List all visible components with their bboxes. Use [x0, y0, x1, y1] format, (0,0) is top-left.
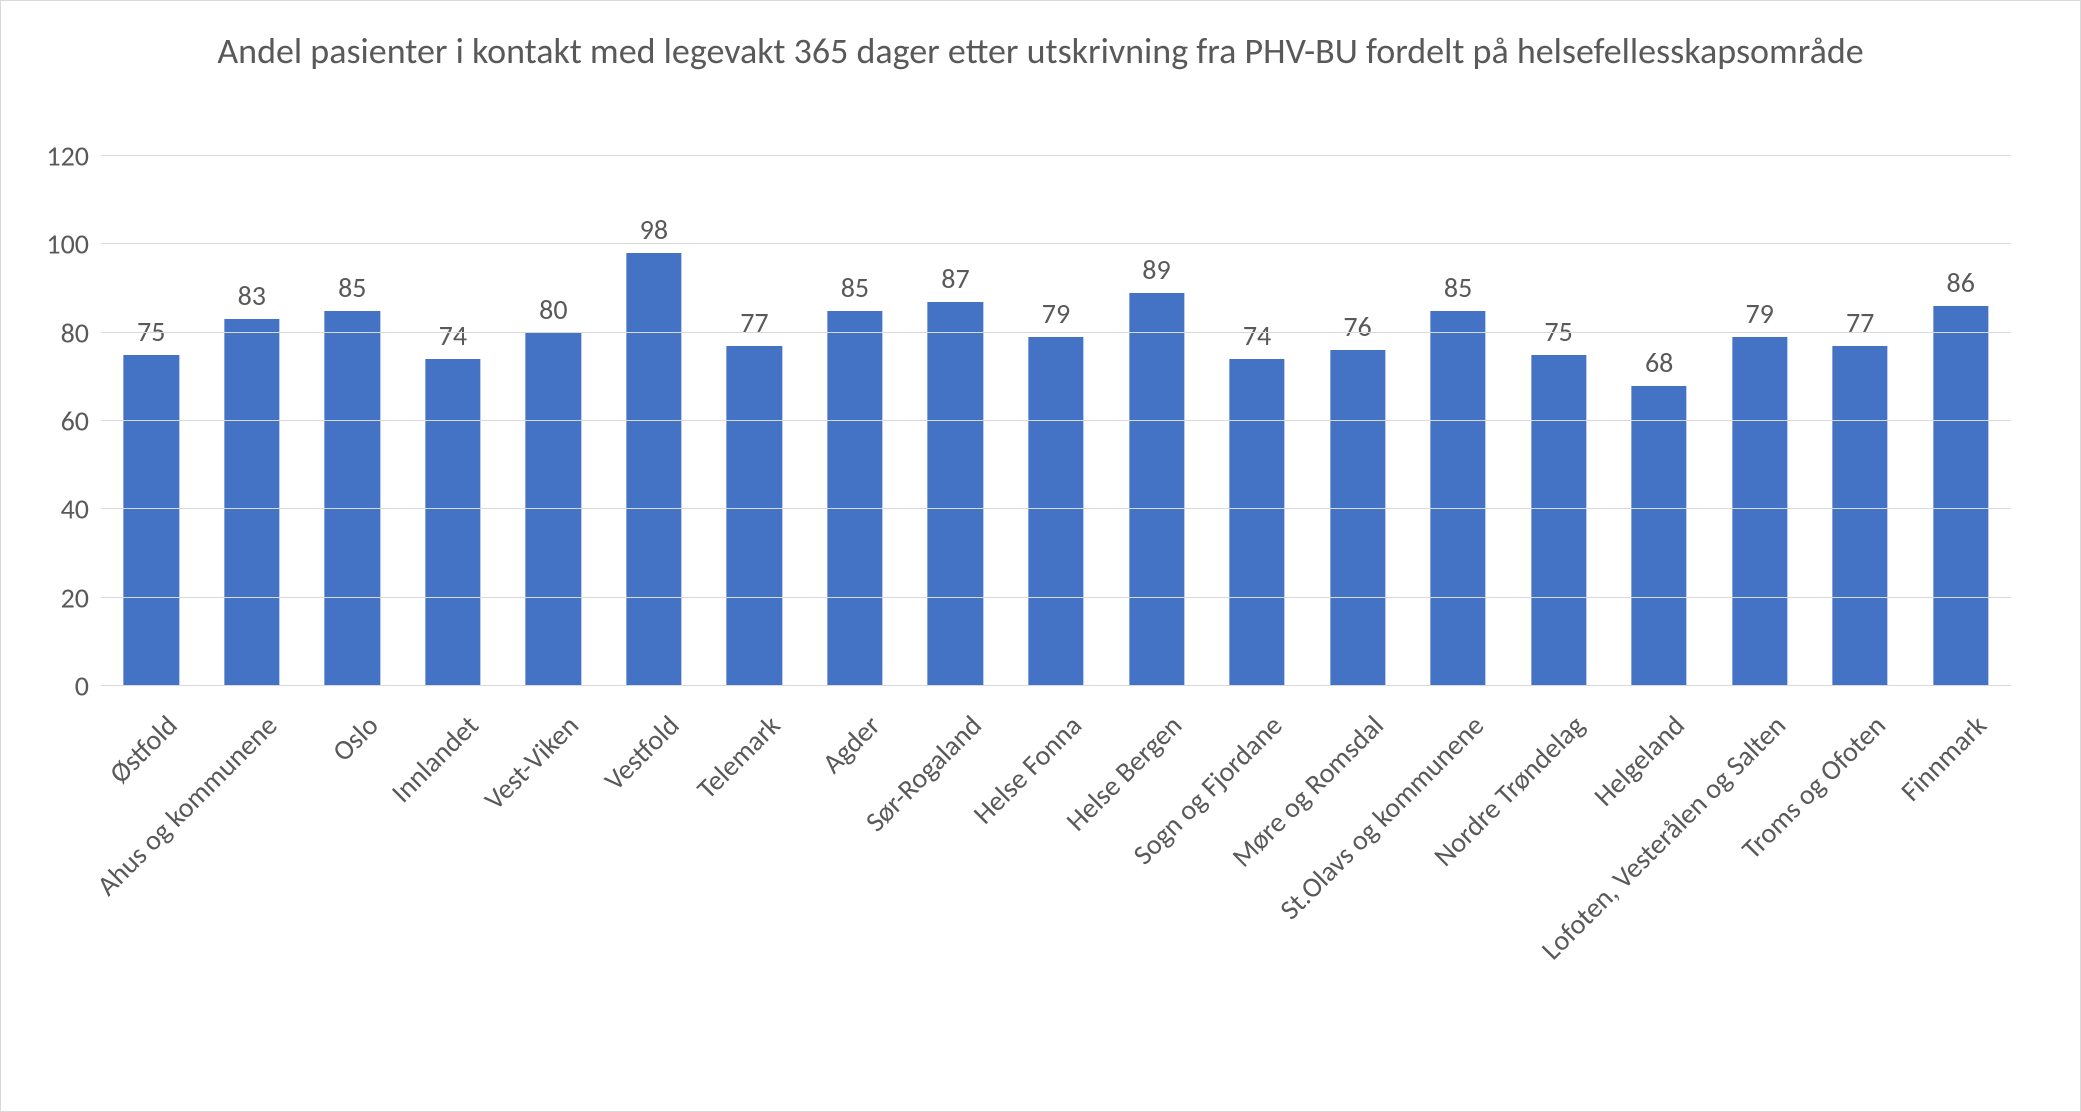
bar: 77	[1833, 346, 1888, 686]
bar: 76	[1330, 350, 1385, 686]
bar-value-label: 74	[1243, 318, 1271, 353]
gridline	[101, 685, 2011, 686]
bar-value-label: 74	[439, 318, 467, 353]
y-tick-label: 0	[75, 669, 101, 704]
bar-slot: 83	[202, 156, 303, 686]
plot-area: 75838574809877858779897476857568797786 0…	[101, 156, 2011, 686]
bar: 87	[928, 302, 983, 686]
bar-slot: 85	[302, 156, 403, 686]
bar-slot: 98	[604, 156, 705, 686]
gridline	[101, 243, 2011, 244]
bar-value-label: 85	[1444, 270, 1472, 305]
bar-value-label: 77	[1846, 305, 1874, 340]
bar-value-label: 89	[1142, 252, 1170, 287]
x-tick-label: Helgeland	[1587, 708, 1692, 813]
x-tick-label: Innlandet	[384, 708, 486, 810]
bar-value-label: 79	[1745, 296, 1773, 331]
bar: 85	[827, 311, 882, 686]
bar-value-label: 85	[841, 270, 869, 305]
bar-value-label: 83	[238, 278, 266, 313]
bar: 86	[1933, 306, 1988, 686]
bar-slot: 74	[1207, 156, 1308, 686]
gridline	[101, 508, 2011, 509]
y-tick-label: 60	[61, 404, 101, 439]
bar-value-label: 86	[1947, 265, 1975, 300]
bar: 85	[325, 311, 380, 686]
y-tick-label: 80	[61, 315, 101, 350]
bar-value-label: 68	[1645, 345, 1673, 380]
bar-value-label: 87	[941, 261, 969, 296]
bar-slot: 75	[101, 156, 202, 686]
bar-value-label: 77	[740, 305, 768, 340]
x-tick-label: Agder	[815, 708, 888, 781]
gridline	[101, 597, 2011, 598]
bar: 68	[1632, 386, 1687, 686]
bar-slot: 86	[1910, 156, 2011, 686]
bar: 75	[124, 355, 179, 686]
x-tick-label: Vest-Viken	[477, 708, 586, 817]
x-tick-label: Vestfold	[597, 708, 686, 797]
bar-slot: 79	[1709, 156, 1810, 686]
y-tick-label: 40	[61, 492, 101, 527]
x-tick-label: Oslo	[324, 708, 385, 769]
bar: 89	[1129, 293, 1184, 686]
y-tick-label: 100	[46, 227, 101, 262]
y-tick-label: 120	[46, 139, 101, 174]
x-tick-label: Østfold	[102, 708, 185, 791]
bar-slot: 85	[1408, 156, 1509, 686]
x-tick-label: Finnmark	[1893, 708, 1993, 808]
x-axis-labels: ØstfoldAhus og kommuneneOsloInnlandetVes…	[101, 696, 2011, 1096]
gridline	[101, 155, 2011, 156]
bar-value-label: 85	[338, 270, 366, 305]
gridline	[101, 420, 2011, 421]
bar-value-label: 98	[640, 212, 668, 247]
bars-container: 75838574809877858779897476857568797786	[101, 156, 2011, 686]
bar: 83	[224, 319, 279, 686]
bar: 74	[425, 359, 480, 686]
bar-slot: 89	[1106, 156, 1207, 686]
bar-slot: 79	[1006, 156, 1107, 686]
bar: 79	[1028, 337, 1083, 686]
bar-slot: 87	[905, 156, 1006, 686]
bar-value-label: 76	[1343, 309, 1371, 344]
bar: 77	[727, 346, 782, 686]
bar-slot: 68	[1609, 156, 1710, 686]
bar: 75	[1531, 355, 1586, 686]
bar-slot: 77	[1810, 156, 1911, 686]
bar-slot: 80	[503, 156, 604, 686]
bar: 74	[1229, 359, 1284, 686]
bar: 98	[626, 253, 681, 686]
chart-title: Andel pasienter i kontakt med legevakt 3…	[1, 29, 2080, 74]
bar-slot: 74	[403, 156, 504, 686]
bar-slot: 85	[805, 156, 906, 686]
bar-slot: 77	[704, 156, 805, 686]
gridline	[101, 332, 2011, 333]
x-tick-label: Telemark	[689, 708, 787, 806]
bar-slot: 75	[1508, 156, 1609, 686]
bar: 85	[1430, 311, 1485, 686]
chart-frame: Andel pasienter i kontakt med legevakt 3…	[0, 0, 2081, 1112]
bar-value-label: 80	[539, 292, 567, 327]
y-tick-label: 20	[61, 580, 101, 615]
bar-value-label: 79	[1042, 296, 1070, 331]
bar: 79	[1732, 337, 1787, 686]
x-tick-label: Ahus og kommunene	[90, 708, 285, 903]
bar-slot: 76	[1307, 156, 1408, 686]
